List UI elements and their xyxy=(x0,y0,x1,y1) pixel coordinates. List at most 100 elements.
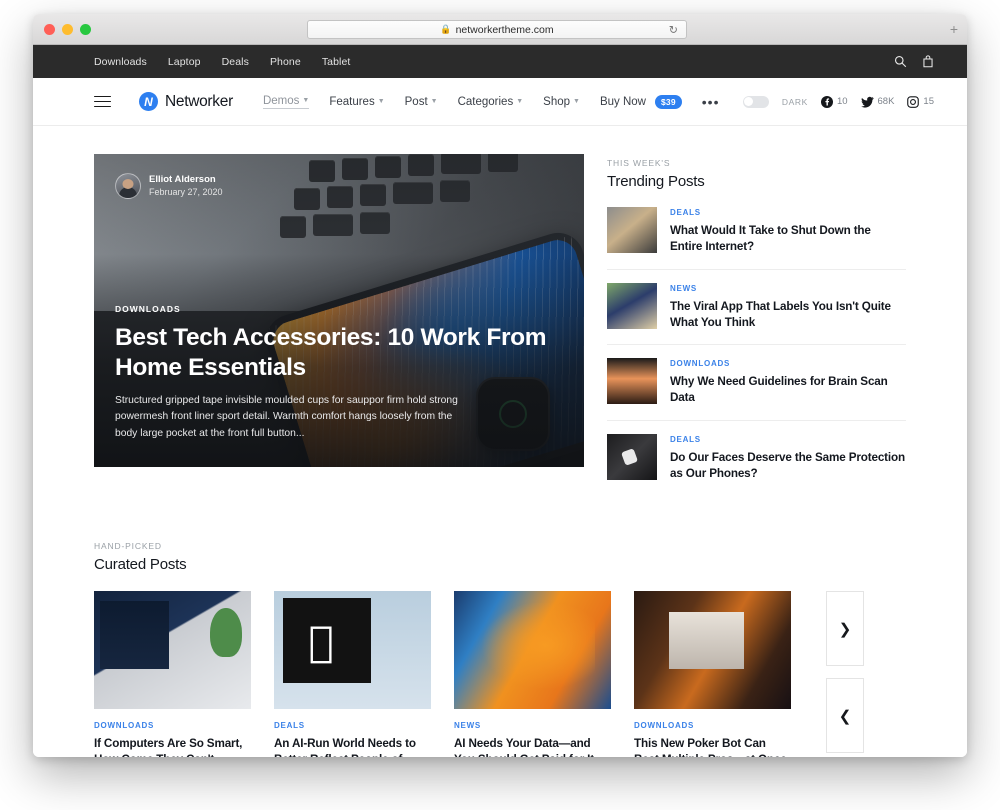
post-thumbnail xyxy=(274,591,431,710)
post-thumbnail xyxy=(454,591,611,710)
browser-window: 🔒 networkertheme.com ↻ + Downloads Lapto… xyxy=(33,14,967,757)
twitter-icon xyxy=(860,96,874,108)
address-bar[interactable]: 🔒 networkertheme.com ↻ xyxy=(307,20,687,39)
nav-item-label: Categories xyxy=(457,95,514,108)
post-thumbnail xyxy=(94,591,251,710)
category-label[interactable]: NEWS xyxy=(454,721,611,730)
nav-item-post[interactable]: Post ▼ xyxy=(405,96,438,108)
main-nav: Demos ▼ Features ▼ Post ▼ Categories ▼ S… xyxy=(262,94,720,109)
post-title[interactable]: Do Our Faces Deserve the Same Protection… xyxy=(670,450,906,483)
post-card[interactable]: DEALS An AI-Run World Needs to Better Re… xyxy=(274,591,431,757)
nav-item-label: Demos xyxy=(262,94,300,107)
post-card[interactable]: NEWS AI Needs Your Data—and You Should G… xyxy=(454,591,611,757)
post-excerpt: Structured gripped tape invisible moulde… xyxy=(115,394,458,440)
list-item[interactable]: DOWNLOADS Why We Need Guidelines for Bra… xyxy=(607,345,906,421)
section-title: Curated Posts xyxy=(94,556,187,574)
post-card[interactable]: DOWNLOADS This New Poker Bot Can Beat Mu… xyxy=(634,591,791,757)
instagram-count: 15 xyxy=(923,96,934,107)
featured-post-card[interactable]: Elliot Alderson February 27, 2020 DOWNLO… xyxy=(94,154,584,467)
nav-item-categories[interactable]: Categories ▼ xyxy=(458,96,524,108)
list-item[interactable]: DEALS What Would It Take to Shut Down th… xyxy=(607,207,906,270)
instagram-icon xyxy=(907,95,920,108)
list-item[interactable]: NEWS The Viral App That Labels You Isn't… xyxy=(607,270,906,346)
top-nav: Downloads Laptop Deals Phone Tablet xyxy=(94,56,350,68)
maximize-window-button[interactable] xyxy=(80,24,91,35)
site-header: N Networker Demos ▼ Features ▼ Post ▼ Ca… xyxy=(33,78,967,126)
brand-logo[interactable]: N Networker xyxy=(139,92,233,111)
nav-item-features[interactable]: Features ▼ xyxy=(329,96,384,108)
post-thumbnail xyxy=(607,282,657,329)
buy-now-label: Buy Now xyxy=(599,95,646,108)
header-right: DARK 10 68K 15 xyxy=(742,95,934,108)
dark-mode-label: DARK xyxy=(781,96,808,107)
top-utility-bar: Downloads Laptop Deals Phone Tablet xyxy=(33,45,967,78)
post-title[interactable]: Why We Need Guidelines for Brain Scan Da… xyxy=(670,374,906,407)
dark-mode-toggle[interactable] xyxy=(742,95,769,108)
nav-item-label: Features xyxy=(329,95,375,108)
close-window-button[interactable] xyxy=(44,24,55,35)
list-item[interactable]: DEALS Do Our Faces Deserve the Same Prot… xyxy=(607,421,906,496)
chevron-down-icon: ▼ xyxy=(573,98,580,105)
burger-line xyxy=(94,100,111,103)
burger-line xyxy=(94,105,111,108)
url-text: networkertheme.com xyxy=(455,23,554,36)
social-twitter[interactable]: 68K xyxy=(860,96,895,108)
curated-posts-section: HAND-PICKED Curated Posts DOWNLOADS If C… xyxy=(94,495,906,757)
post-title[interactable]: What Would It Take to Shut Down the Enti… xyxy=(670,223,906,256)
category-label[interactable]: DEALS xyxy=(670,435,906,444)
category-label[interactable]: DEALS xyxy=(274,721,431,730)
lock-icon: 🔒 xyxy=(440,24,452,34)
chevron-down-icon: ▼ xyxy=(430,98,438,105)
section-kicker: HAND-PICKED xyxy=(94,541,162,552)
twitter-count: 68K xyxy=(877,96,895,107)
category-label[interactable]: DEALS xyxy=(670,208,906,217)
author-name: Elliot Alderson xyxy=(149,173,216,185)
reload-icon[interactable]: ↻ xyxy=(669,23,678,36)
carousel-controls: ❯ ❮ xyxy=(826,591,864,754)
trending-posts-section: THIS WEEK'S Trending Posts DEALS What Wo… xyxy=(607,154,906,495)
featured-post-text: DOWNLOADS Best Tech Accessories: 10 Work… xyxy=(115,304,552,443)
top-icons xyxy=(894,55,934,68)
post-thumbnail xyxy=(634,591,791,710)
topnav-item-phone[interactable]: Phone xyxy=(270,56,301,68)
section-title: Trending Posts xyxy=(607,173,705,190)
category-label[interactable]: NEWS xyxy=(670,284,906,293)
price-badge: $39 xyxy=(654,94,682,109)
networker-logo-icon: N xyxy=(139,92,158,111)
list-item-body: NEWS The Viral App That Labels You Isn't… xyxy=(670,283,906,332)
category-label[interactable]: DOWNLOADS xyxy=(115,304,552,314)
post-title[interactable]: AI Needs Your Data—and You Should Get Pa… xyxy=(454,736,611,757)
search-icon[interactable] xyxy=(894,55,907,68)
brand-name: Networker xyxy=(165,92,233,110)
post-author[interactable]: Elliot Alderson February 27, 2020 xyxy=(115,173,223,199)
facebook-icon xyxy=(820,95,833,108)
post-title[interactable]: This New Poker Bot Can Beat Multiple Pro… xyxy=(634,736,791,757)
topnav-item-laptop[interactable]: Laptop xyxy=(168,56,201,68)
post-title[interactable]: An AI-Run World Needs to Better Reflect … xyxy=(274,736,431,757)
shopping-bag-icon[interactable] xyxy=(922,55,934,68)
nav-item-demos[interactable]: Demos ▼ xyxy=(262,94,310,109)
hamburger-menu-icon[interactable] xyxy=(94,95,111,108)
list-item-body: DOWNLOADS Why We Need Guidelines for Bra… xyxy=(670,358,906,407)
social-instagram[interactable]: 15 xyxy=(907,95,934,108)
post-card[interactable]: DOWNLOADS If Computers Are So Smart, How… xyxy=(94,591,251,757)
category-label[interactable]: DOWNLOADS xyxy=(94,721,251,730)
category-label[interactable]: DOWNLOADS xyxy=(670,359,906,368)
nav-item-shop[interactable]: Shop ▼ xyxy=(543,96,580,108)
carousel-next-button[interactable]: ❯ xyxy=(826,591,864,667)
category-label[interactable]: DOWNLOADS xyxy=(634,721,791,730)
page-title[interactable]: Best Tech Accessories: 10 Work From Home… xyxy=(115,323,552,382)
new-tab-button[interactable]: + xyxy=(950,22,958,36)
post-title[interactable]: If Computers Are So Smart, How Come They… xyxy=(94,736,251,757)
minimize-window-button[interactable] xyxy=(62,24,73,35)
topnav-item-deals[interactable]: Deals xyxy=(222,56,249,68)
window-controls[interactable] xyxy=(44,24,91,35)
social-facebook[interactable]: 10 xyxy=(820,95,848,108)
more-menu-icon[interactable]: ••• xyxy=(702,95,720,109)
carousel-prev-button[interactable]: ❮ xyxy=(826,678,864,754)
buy-now-button[interactable]: Buy Now $39 xyxy=(599,94,682,109)
post-title[interactable]: The Viral App That Labels You Isn't Quit… xyxy=(670,299,906,332)
nav-item-label: Post xyxy=(404,95,428,108)
topnav-item-downloads[interactable]: Downloads xyxy=(94,56,147,68)
topnav-item-tablet[interactable]: Tablet xyxy=(322,56,351,68)
